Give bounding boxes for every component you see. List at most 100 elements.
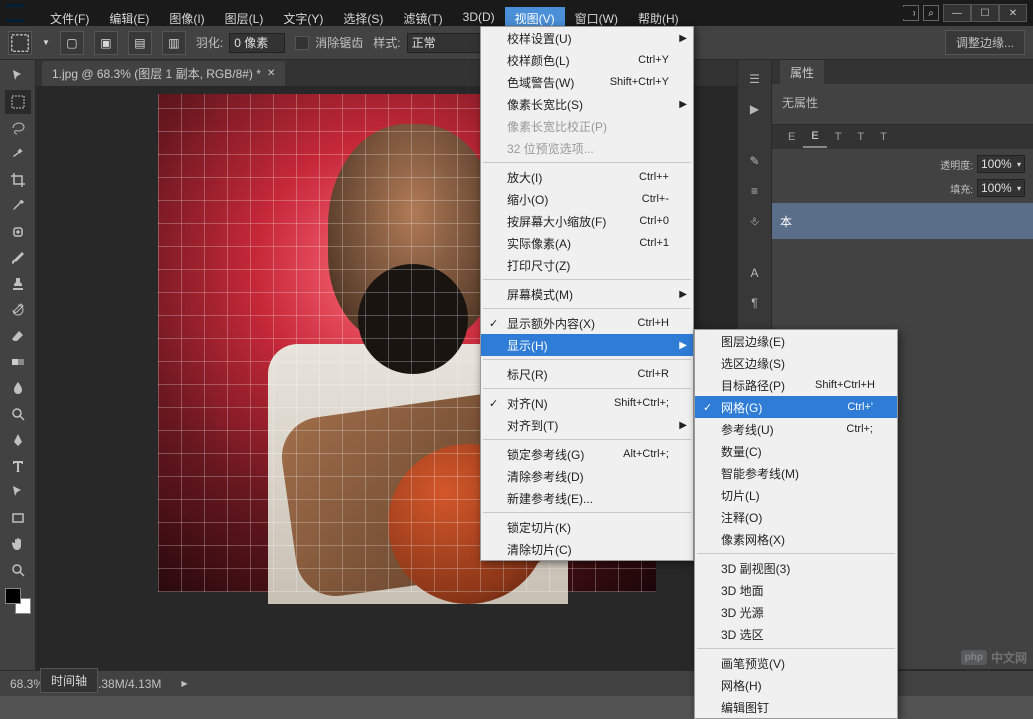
- menuitem[interactable]: 参考线(U)Ctrl+;: [695, 418, 897, 440]
- new-selection-icon[interactable]: ▢: [60, 31, 84, 55]
- antialias-checkbox[interactable]: [295, 36, 309, 50]
- menuitem[interactable]: 3D 选区: [695, 623, 897, 645]
- menuitem[interactable]: 色域警告(W)Shift+Ctrl+Y: [481, 71, 693, 93]
- subtract-selection-icon[interactable]: ▤: [128, 31, 152, 55]
- color-swatches[interactable]: [5, 588, 31, 614]
- menuitem[interactable]: 数量(C): [695, 440, 897, 462]
- menuitem[interactable]: 按屏幕大小缩放(F)Ctrl+0: [481, 210, 693, 232]
- menu-编辑e[interactable]: 编辑(E): [99, 7, 159, 30]
- menuitem[interactable]: 像素长宽比(S)▶: [481, 93, 693, 115]
- menuitem[interactable]: 切片(L): [695, 484, 897, 506]
- clone-panel-icon[interactable]: ⎀: [744, 210, 766, 232]
- layers-tab-2[interactable]: E: [803, 126, 826, 148]
- actions-panel-icon[interactable]: ▶: [744, 98, 766, 120]
- layers-tab-5[interactable]: T: [872, 127, 895, 147]
- gradient-tool[interactable]: [5, 350, 31, 374]
- menuitem[interactable]: 画笔预览(V): [695, 652, 897, 674]
- type-tool[interactable]: [5, 454, 31, 478]
- menuitem[interactable]: 3D 副视图(3): [695, 557, 897, 579]
- menuitem[interactable]: 3D 地面: [695, 579, 897, 601]
- character-panel-icon[interactable]: A: [744, 262, 766, 284]
- menuitem[interactable]: 图层边缘(E): [695, 330, 897, 352]
- menuitem[interactable]: 标尺(R)Ctrl+R: [481, 363, 693, 385]
- menuitem[interactable]: 打印尺寸(Z): [481, 254, 693, 276]
- menuitem[interactable]: 校样设置(U)▶: [481, 27, 693, 49]
- menu-文字y[interactable]: 文字(Y): [273, 7, 333, 30]
- menuitem[interactable]: 新建参考线(E)...: [481, 487, 693, 509]
- layers-tab-1[interactable]: E: [780, 127, 803, 147]
- lasso-tool[interactable]: [5, 116, 31, 140]
- history-panel-icon[interactable]: ☰: [744, 68, 766, 90]
- menuitem[interactable]: 网格(H): [695, 674, 897, 696]
- close-button[interactable]: ✕: [999, 4, 1027, 22]
- add-selection-icon[interactable]: ▣: [94, 31, 118, 55]
- opacity-input[interactable]: 100%▾: [977, 155, 1025, 173]
- menu-文件f[interactable]: 文件(F): [40, 7, 99, 30]
- eyedropper-tool[interactable]: [5, 194, 31, 218]
- menu-选择s[interactable]: 选择(S): [333, 7, 393, 30]
- intersect-selection-icon[interactable]: ▥: [162, 31, 186, 55]
- maximize-button[interactable]: ☐: [971, 4, 999, 22]
- stamp-tool[interactable]: [5, 272, 31, 296]
- layers-tab-4[interactable]: T: [849, 127, 872, 147]
- menuitem[interactable]: 选区边缘(S): [695, 352, 897, 374]
- menuitem[interactable]: 注释(O): [695, 506, 897, 528]
- menuitem[interactable]: 像素网格(X): [695, 528, 897, 550]
- blur-tool[interactable]: [5, 376, 31, 400]
- layers-tab-3[interactable]: T: [827, 127, 850, 147]
- magic-wand-tool[interactable]: [5, 142, 31, 166]
- properties-tab[interactable]: 属性: [780, 60, 824, 85]
- healing-tool[interactable]: [5, 220, 31, 244]
- rectangle-tool[interactable]: [5, 506, 31, 530]
- menu-图像i[interactable]: 图像(I): [159, 7, 214, 30]
- menuitem[interactable]: 校样颜色(L)Ctrl+Y: [481, 49, 693, 71]
- dodge-tool[interactable]: [5, 402, 31, 426]
- document-tab[interactable]: 1.jpg @ 68.3% (图层 1 副本, RGB/8#) * ✕: [42, 61, 285, 86]
- menuitem[interactable]: ✓网格(G)Ctrl+': [695, 396, 897, 418]
- zoom-tool[interactable]: [5, 558, 31, 582]
- close-tab-icon[interactable]: ✕: [267, 68, 275, 79]
- menuitem[interactable]: 清除切片(C): [481, 538, 693, 560]
- path-selection-tool[interactable]: [5, 480, 31, 504]
- foreground-color[interactable]: [5, 588, 21, 604]
- menuitem[interactable]: 3D 光源: [695, 601, 897, 623]
- menuitem[interactable]: 放大(I)Ctrl++: [481, 166, 693, 188]
- zoom-readout[interactable]: 68.3%: [10, 677, 44, 691]
- brushpreset-panel-icon[interactable]: ≡: [744, 180, 766, 202]
- brush-panel-icon[interactable]: ✎: [744, 150, 766, 172]
- history-brush-tool[interactable]: [5, 298, 31, 322]
- menuitem[interactable]: 锁定参考线(G)Alt+Ctrl+;: [481, 443, 693, 465]
- menuitem[interactable]: 锁定切片(K): [481, 516, 693, 538]
- menuitem[interactable]: 清除参考线(D): [481, 465, 693, 487]
- paragraph-panel-icon[interactable]: ¶: [744, 292, 766, 314]
- menuitem[interactable]: 编辑图钉: [695, 696, 897, 718]
- eraser-tool[interactable]: [5, 324, 31, 348]
- pen-tool[interactable]: [5, 428, 31, 452]
- brush-tool[interactable]: [5, 246, 31, 270]
- menuitem[interactable]: 屏幕模式(M)▶: [481, 283, 693, 305]
- menu-滤镜t[interactable]: 滤镜(T): [393, 7, 452, 30]
- fill-input[interactable]: 100%▾: [977, 179, 1025, 197]
- search-icon[interactable]: ⌕: [923, 5, 939, 21]
- menuitem[interactable]: ✓对齐(N)Shift+Ctrl+;: [481, 392, 693, 414]
- menuitem[interactable]: 智能参考线(M): [695, 462, 897, 484]
- minimize-button[interactable]: —: [943, 4, 971, 22]
- feather-input[interactable]: 0 像素: [229, 33, 285, 53]
- refine-edge-button[interactable]: 调整边缘...: [945, 30, 1025, 55]
- menuitem[interactable]: 实际像素(A)Ctrl+1: [481, 232, 693, 254]
- menuitem[interactable]: 目标路径(P)Shift+Ctrl+H: [695, 374, 897, 396]
- layer-row[interactable]: 本: [772, 203, 1033, 239]
- menu-3dd[interactable]: 3D(D): [453, 7, 505, 27]
- menuitem[interactable]: ✓显示额外内容(X)Ctrl+H: [481, 312, 693, 334]
- menuitem[interactable]: 缩小(O)Ctrl+-: [481, 188, 693, 210]
- active-tool-icon[interactable]: [8, 31, 32, 55]
- chevron-down-icon[interactable]: ▼: [42, 38, 50, 47]
- marquee-tool[interactable]: [5, 90, 31, 114]
- menuitem[interactable]: 显示(H)▶: [481, 334, 693, 356]
- menuitem[interactable]: 对齐到(T)▶: [481, 414, 693, 436]
- timeline-button[interactable]: 时间轴: [40, 668, 98, 693]
- hand-tool[interactable]: [5, 532, 31, 556]
- chevron-right-icon[interactable]: ▶: [181, 679, 187, 688]
- move-tool[interactable]: [5, 64, 31, 88]
- crop-tool[interactable]: [5, 168, 31, 192]
